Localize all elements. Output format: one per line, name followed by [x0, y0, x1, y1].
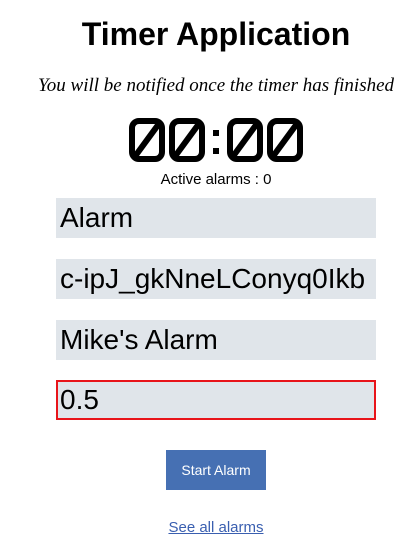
notification-subtitle: You will be notified once the timer has …	[37, 75, 395, 96]
timer-digits	[129, 118, 303, 162]
active-alarms-count: Active alarms : 0	[160, 171, 272, 188]
alarm-duration-field[interactable]	[56, 380, 376, 420]
timer-colon-dot	[213, 148, 219, 154]
see-all-alarms-link[interactable]: See all alarms	[168, 519, 263, 536]
timer-digit-slash	[231, 122, 259, 158]
start-alarm-button[interactable]: Start Alarm	[166, 450, 266, 490]
see-all-container: See all alarms	[0, 519, 420, 537]
alarm-type-field[interactable]	[56, 198, 376, 238]
timer-digit-slash	[133, 122, 161, 158]
timer-digit-slash	[271, 122, 299, 158]
timer-colon-dot	[213, 130, 219, 136]
page-title: Timer Application	[81, 16, 351, 52]
alarm-name-field[interactable]	[56, 320, 376, 360]
timer-digit-slash	[173, 122, 201, 158]
timer-display	[128, 117, 304, 163]
alarm-id-field[interactable]	[56, 259, 376, 299]
